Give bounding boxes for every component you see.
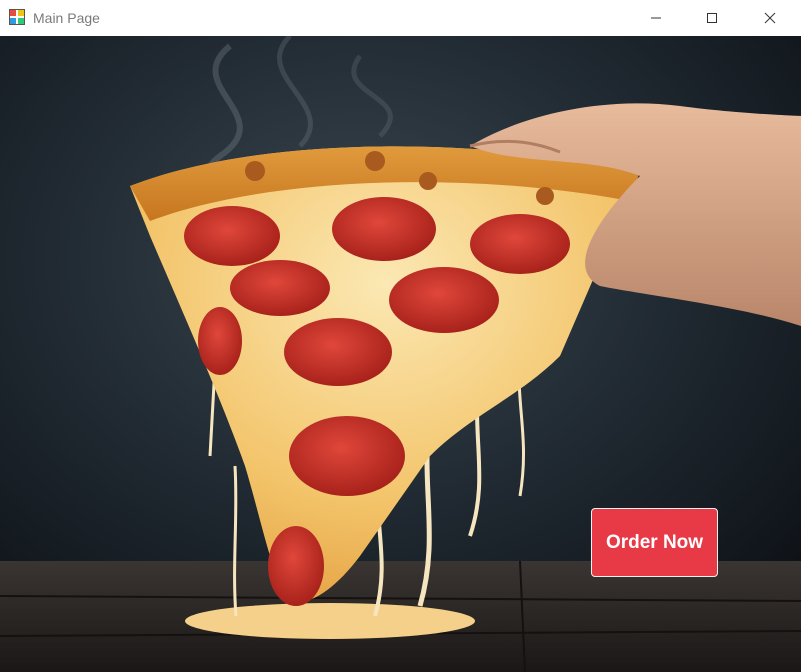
- order-now-button[interactable]: Order Now: [591, 508, 718, 577]
- app-window: Main Page Order Now: [0, 0, 801, 672]
- minimize-icon: [651, 17, 661, 19]
- window-title: Main Page: [33, 10, 100, 26]
- maximize-button[interactable]: [689, 0, 735, 36]
- minimize-button[interactable]: [633, 0, 679, 36]
- title-bar[interactable]: Main Page: [0, 0, 801, 36]
- close-button[interactable]: [747, 0, 793, 36]
- hero-area: Order Now: [0, 36, 801, 672]
- close-icon: [764, 12, 776, 24]
- maximize-icon: [707, 13, 717, 23]
- app-icon: [9, 9, 25, 25]
